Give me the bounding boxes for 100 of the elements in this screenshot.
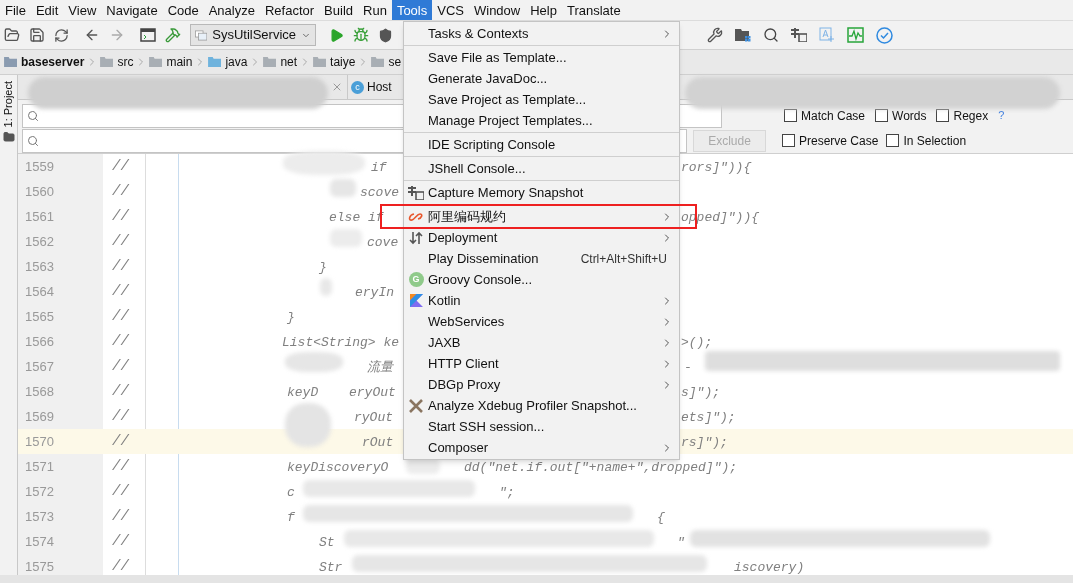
code-text: >(); — [681, 334, 713, 352]
checkbox-option[interactable]: Preserve Case — [782, 131, 879, 150]
menu-item[interactable]: Manage Project Templates... — [404, 110, 679, 131]
folder-icon — [4, 56, 18, 68]
code-text: c — [287, 484, 295, 502]
debug-icon[interactable] — [353, 27, 369, 43]
menu-bar-item[interactable]: Tools — [391, 0, 433, 20]
code-text: iscovery) — [734, 559, 805, 577]
code-text: rOut — [362, 434, 394, 452]
menu-item[interactable]: Kotlin — [404, 290, 679, 311]
code-text: - — [684, 359, 692, 377]
open-folder-icon[interactable] — [4, 27, 20, 43]
comment-marker: // — [112, 207, 129, 226]
code-text: List<String> ke — [282, 334, 400, 352]
code-text: ryOut — [354, 409, 393, 427]
line-number: 1565 — [18, 304, 103, 329]
menu-bar-item[interactable]: File — [0, 0, 31, 20]
menu-item[interactable]: G Groovy Console... — [404, 269, 679, 290]
shortcut-text: Ctrl+Alt+Shift+U — [580, 250, 667, 268]
line-number: 1571 — [18, 454, 103, 479]
line-number: 1562 — [18, 229, 103, 254]
breadcrumb-item[interactable]: taiye — [313, 53, 356, 71]
project-tool-tab[interactable]: 1: Project — [0, 81, 17, 128]
project-structure-icon[interactable] — [735, 28, 751, 42]
menu-item[interactable]: Composer — [404, 437, 679, 458]
menu-bar-item[interactable]: Window — [468, 0, 526, 20]
search-icon — [27, 109, 39, 122]
folder-icon — [149, 56, 164, 68]
menu-bar-item[interactable]: View — [63, 0, 102, 20]
window-stack-icon — [195, 28, 208, 42]
breadcrumb-item[interactable]: se — [371, 53, 402, 71]
menu-item[interactable]: Start SSH session... — [404, 416, 679, 437]
run-configuration-dropdown[interactable]: SysUtilService — [190, 24, 316, 46]
code-text: " — [677, 534, 685, 552]
menu-item[interactable]: Save Project as Template... — [404, 89, 679, 110]
menu-bar-item[interactable]: Navigate — [101, 0, 163, 20]
terminal-window-icon[interactable] — [140, 28, 156, 42]
breadcrumb-item[interactable]: main — [149, 53, 193, 71]
menu-item[interactable]: HTTP Client — [404, 353, 679, 374]
checkbox-option[interactable]: Match Case — [784, 106, 866, 125]
menu-item[interactable]: Capture Memory Snapshot — [404, 182, 679, 203]
comment-marker: // — [112, 382, 129, 401]
menu-item[interactable]: Play Dissemination Ctrl+Alt+Shift+U — [404, 248, 679, 269]
menu-item[interactable]: 阿里编码规约 — [404, 206, 679, 227]
comment-marker: // — [112, 282, 129, 301]
search-icon[interactable] — [763, 27, 779, 43]
menu-item[interactable]: JAXB — [404, 332, 679, 353]
menu-item[interactable]: Save File as Template... — [404, 47, 679, 68]
menu-bar-item[interactable]: Help — [525, 0, 562, 20]
line-number: 1560 — [18, 179, 103, 204]
checkbox-option[interactable]: In Selection — [886, 131, 967, 150]
coverage-icon[interactable] — [378, 27, 393, 43]
line-number: 1567 — [18, 354, 103, 379]
wrench-icon[interactable] — [707, 27, 723, 43]
menu-bar-item[interactable]: Build — [319, 0, 358, 20]
hammer-icon[interactable] — [165, 27, 181, 43]
checkbox-option[interactable]: Words — [875, 106, 927, 125]
code-text: cove — [367, 234, 399, 252]
comment-marker: // — [112, 332, 129, 351]
check-circle-icon[interactable] — [876, 26, 893, 44]
menu-item[interactable]: IDE Scripting Console — [404, 134, 679, 155]
menu-bar-item[interactable]: Translate — [561, 0, 626, 20]
checkbox-option[interactable]: Regex — [936, 106, 989, 125]
memory-snapshot-icon[interactable] — [791, 28, 807, 42]
breadcrumb-item[interactable]: java — [208, 53, 248, 71]
menu-item[interactable]: Generate JavaDoc... — [404, 68, 679, 89]
horizontal-scrollbar[interactable] — [0, 575, 1073, 583]
code-text: } — [287, 309, 295, 327]
menu-item[interactable]: Deployment — [404, 227, 679, 248]
menu-item[interactable]: DBGp Proxy — [404, 374, 679, 395]
menu-item[interactable]: JShell Console... — [404, 158, 679, 179]
menu-bar-item[interactable]: Code — [162, 0, 204, 20]
blurred-patch — [330, 179, 356, 197]
breadcrumb-item[interactable]: net — [263, 53, 298, 71]
menu-bar-item[interactable]: Refactor — [259, 0, 320, 20]
menu-item[interactable]: Tasks & Contexts — [404, 23, 679, 44]
activity-monitor-icon[interactable] — [847, 27, 864, 43]
editor-tab[interactable]: c Host — [347, 75, 395, 99]
comment-marker: // — [112, 457, 129, 476]
comment-marker: // — [112, 357, 129, 376]
save-icon[interactable] — [29, 27, 45, 43]
code-text: eryOut — [349, 384, 396, 402]
sync-icon[interactable] — [54, 27, 69, 43]
menu-item[interactable]: WebServices — [404, 311, 679, 332]
menu-item[interactable]: Analyze Xdebug Profiler Snapshot... — [404, 395, 679, 416]
comment-marker: // — [112, 307, 129, 326]
breadcrumb-item[interactable]: src — [100, 53, 134, 71]
code-text: s]"); — [681, 384, 720, 402]
comment-marker: // — [112, 532, 129, 551]
menu-bar-item[interactable]: Analyze — [203, 0, 260, 20]
code-text: ets]"); — [681, 409, 736, 427]
menu-bar-item[interactable]: Edit — [30, 0, 64, 20]
crossed-tools-icon — [408, 397, 424, 414]
breadcrumb-item[interactable]: baseserver — [4, 53, 85, 71]
code-text: scove — [360, 184, 399, 202]
menu-bar-item[interactable]: Run — [358, 0, 392, 20]
run-icon[interactable] — [329, 27, 344, 43]
folder-icon — [100, 56, 115, 68]
comment-marker: // — [112, 507, 129, 526]
menu-bar-item[interactable]: VCS — [432, 0, 469, 20]
